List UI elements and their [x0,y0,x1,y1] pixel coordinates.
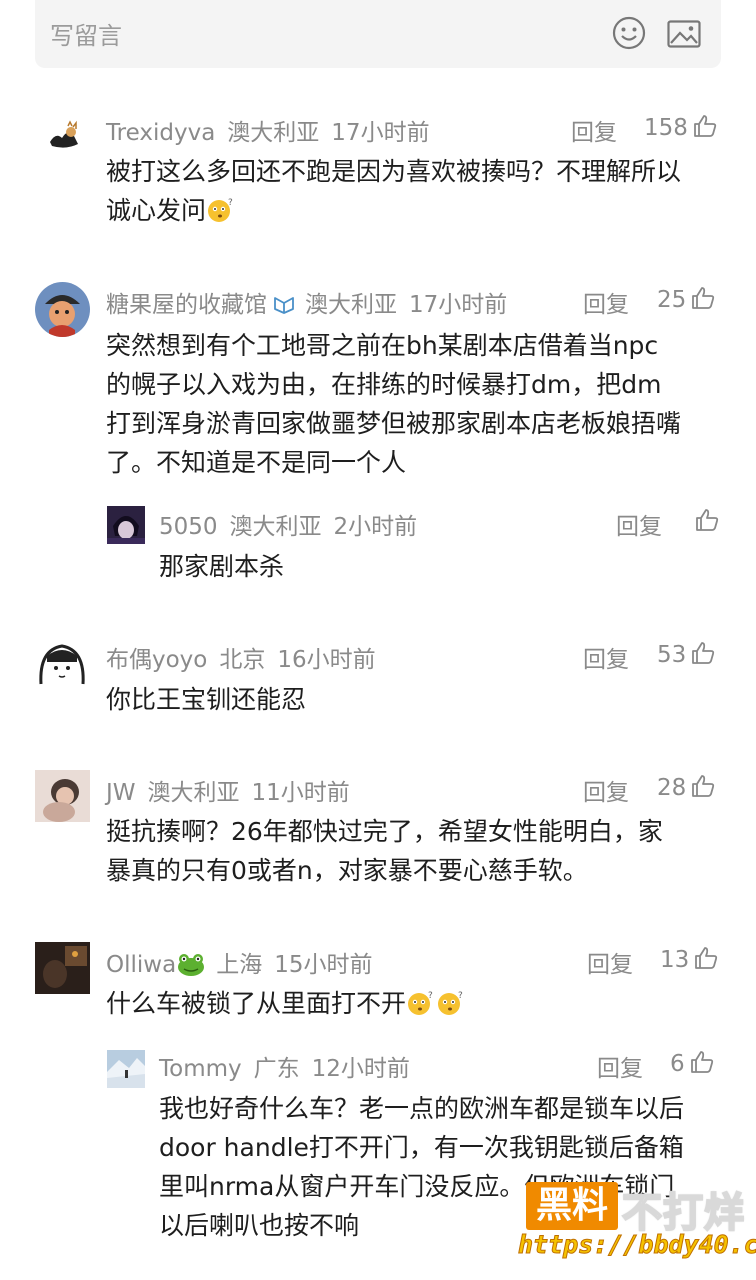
reply-button[interactable]: 回复 [587,945,633,979]
reply-button[interactable]: 回复 [583,285,629,319]
vip-badge-icon [274,297,294,314]
like-icon [694,115,717,137]
comment-text-line: 暴真的只有0或者n，对家暴不要心慈手软。 [106,856,588,885]
like-count: 25 [657,287,687,313]
site-watermark: 黑料 不打烊 https://bbdy40.com [518,1172,756,1272]
like-button[interactable]: 13 [660,945,719,973]
reply-button[interactable]: 回复 [597,1049,643,1083]
comment-text-line: 挺抗揍啊？26年都快过完了，希望女性能明白，家 [106,817,663,846]
user-avatar[interactable] [44,118,84,158]
comment-username[interactable]: Tommy [159,1056,242,1082]
comment-time: 15小时前 [274,952,373,978]
like-count: 158 [644,115,688,141]
like-button[interactable] [690,507,720,535]
comment-text-line: 打到浑身淤青回家做噩梦但被那家剧本店老板娘捂嘴 [106,409,682,438]
reply-button[interactable]: 回复 [583,640,629,674]
comment-location: 澳大利亚 [229,514,322,540]
reply-button[interactable]: 回复 [583,773,629,807]
comment-location: 澳大利亚 [147,780,240,806]
like-icon [690,1051,713,1073]
svg-text:?: ? [428,991,433,1001]
comment-text-line: door handle打不开门，有一次我钥匙锁后备箱 [159,1133,684,1162]
like-count: 53 [657,642,687,668]
like-button[interactable]: 53 [657,640,716,668]
comment-username[interactable]: Olliwa [106,952,176,978]
watermark-badge: 黑料 [526,1182,618,1230]
user-avatar[interactable] [107,506,145,544]
comment-time: 11小时前 [251,780,350,806]
like-count: 28 [657,775,687,801]
like-count: 13 [660,947,690,973]
comment-location: 上海 [216,952,263,978]
user-avatar[interactable] [35,282,90,337]
comment-text-line: 的幌子以入戏为由，在排练的时候暴打dm，把dm [106,370,662,399]
comment-username[interactable]: 5050 [159,514,218,540]
comment-username[interactable]: Trexidyva [106,120,215,146]
comment-time: 17小时前 [331,120,430,146]
like-button[interactable]: 6 [670,1049,715,1077]
comment-location: 澳大利亚 [227,120,320,146]
frog-emoji [178,954,205,976]
comment-text-line: 诚心发问 [106,196,207,225]
comment-time: 16小时前 [277,647,376,673]
comment-location: 广东 [253,1056,300,1082]
thinking-emoji: ? [408,991,433,1015]
comment-username[interactable]: 糖果屋的收藏馆 [106,292,267,318]
comment-text-line: 了。不知道是不是同一个人 [106,448,407,477]
user-avatar[interactable] [35,640,90,688]
comment-username[interactable]: 布偶yoyo [106,647,207,673]
svg-text:?: ? [458,991,463,1001]
thinking-emoji: ? [208,198,233,222]
comment-text-line: 那家剧本杀 [159,552,285,581]
comment-input-placeholder[interactable]: 写留言 [50,16,122,51]
user-avatar[interactable] [35,770,90,822]
comment-username[interactable]: JW [106,780,136,806]
comment-time: 12小时前 [311,1056,410,1082]
comment-text-line: 被打这么多回还不跑是因为喜欢被揍吗？不理解所以 [106,157,682,186]
comment-input-bar[interactable]: 写留言 [35,0,721,68]
comment-text-line: 我也好奇什么车？老一点的欧洲车都是锁车以后 [159,1094,685,1123]
reply-button[interactable]: 回复 [571,113,617,147]
emoji-icon[interactable] [612,16,646,50]
like-button[interactable]: 25 [657,285,716,313]
like-count: 6 [670,1051,685,1077]
comment-text-line: 突然想到有个工地哥之前在bh某剧本店借着当npc [106,331,659,360]
watermark-url: https://bbdy40.com [518,1230,756,1260]
user-avatar[interactable] [107,1050,145,1088]
comment-location: 北京 [219,647,266,673]
thinking-emoji: ? [438,991,463,1015]
comment-time: 17小时前 [409,292,508,318]
reply-button[interactable]: 回复 [616,507,662,541]
comment-text-line: 什么车被锁了从里面打不开 [106,989,407,1018]
comment-time: 2小时前 [333,514,418,540]
like-icon [692,287,715,309]
like-icon [695,947,718,969]
comment-text-line: 你比王宝钏还能忍 [106,685,307,714]
user-avatar[interactable] [35,942,90,994]
comment-location: 澳大利亚 [305,292,397,318]
like-button[interactable]: 158 [644,113,718,141]
like-icon [696,509,719,531]
like-icon [692,642,715,664]
like-button[interactable]: 28 [657,773,716,801]
like-icon [692,775,715,797]
image-icon[interactable] [667,20,701,48]
svg-text:?: ? [228,198,233,208]
